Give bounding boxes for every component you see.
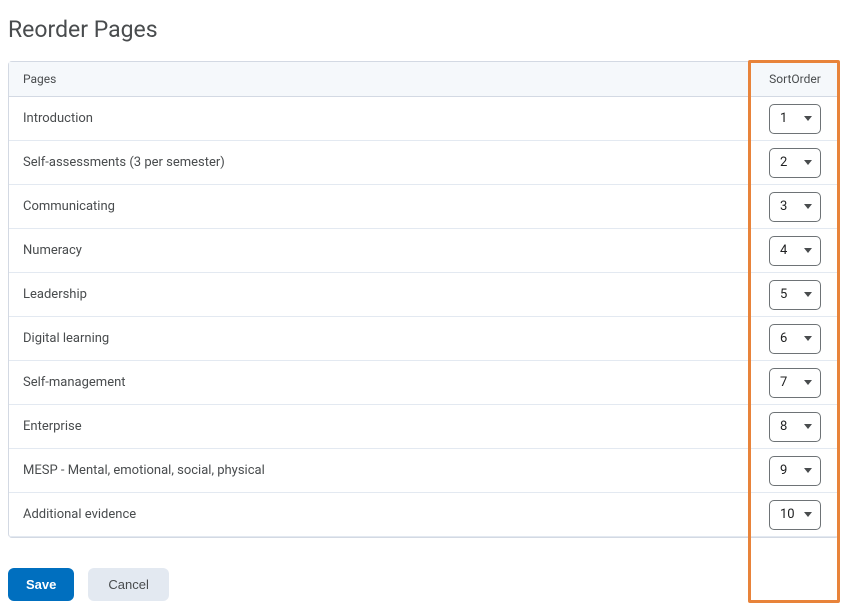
page-label: MESP - Mental, emotional, social, physic… [9, 449, 752, 492]
sort-order-value: 10 [780, 507, 795, 522]
sort-order-select[interactable]: 1 [769, 104, 821, 134]
action-button-row: Save Cancel [8, 568, 839, 601]
sortorder-column-header: SortOrder [752, 62, 838, 96]
table-row: Self-management 7 [9, 361, 838, 405]
sort-order-value: 5 [780, 287, 787, 302]
sort-order-select[interactable]: 10 [769, 500, 821, 530]
sort-order-value: 8 [780, 419, 787, 434]
page-label: Communicating [9, 185, 752, 228]
sort-order-select[interactable]: 6 [769, 324, 821, 354]
page-label: Self-assessments (3 per semester) [9, 141, 752, 184]
sort-order-value: 3 [780, 199, 787, 214]
table-row: Digital learning 6 [9, 317, 838, 361]
table-header-row: Pages SortOrder [9, 62, 838, 97]
sort-order-value: 9 [780, 463, 787, 478]
sort-order-select[interactable]: 2 [769, 148, 821, 178]
chevron-down-icon [804, 336, 812, 341]
sort-order-value: 6 [780, 331, 787, 346]
sort-order-value: 7 [780, 375, 787, 390]
page-title: Reorder Pages [8, 16, 839, 43]
page-label: Leadership [9, 273, 752, 316]
sort-order-select[interactable]: 8 [769, 412, 821, 442]
chevron-down-icon [804, 512, 812, 517]
table-row: Introduction 1 [9, 97, 838, 141]
sort-order-select[interactable]: 7 [769, 368, 821, 398]
sort-order-select[interactable]: 5 [769, 280, 821, 310]
table-row: MESP - Mental, emotional, social, physic… [9, 449, 838, 493]
table-row: Self-assessments (3 per semester) 2 [9, 141, 838, 185]
sort-order-select[interactable]: 4 [769, 236, 821, 266]
chevron-down-icon [804, 424, 812, 429]
sort-order-value: 1 [780, 111, 787, 126]
chevron-down-icon [804, 160, 812, 165]
chevron-down-icon [804, 116, 812, 121]
reorder-table: Pages SortOrder Introduction 1 Self-asse… [8, 61, 839, 538]
pages-column-header: Pages [9, 62, 752, 96]
page-label: Self-management [9, 361, 752, 404]
chevron-down-icon [804, 468, 812, 473]
page-label: Introduction [9, 97, 752, 140]
save-button[interactable]: Save [8, 568, 74, 601]
sort-order-select[interactable]: 9 [769, 456, 821, 486]
table-row: Communicating 3 [9, 185, 838, 229]
sort-order-value: 2 [780, 155, 787, 170]
table-row: Numeracy 4 [9, 229, 838, 273]
cancel-button[interactable]: Cancel [88, 568, 168, 601]
table-row: Additional evidence 10 [9, 493, 838, 537]
page-label: Numeracy [9, 229, 752, 272]
page-label: Additional evidence [9, 493, 752, 536]
page-label: Digital learning [9, 317, 752, 360]
chevron-down-icon [804, 204, 812, 209]
table-row: Enterprise 8 [9, 405, 838, 449]
page-label: Enterprise [9, 405, 752, 448]
chevron-down-icon [804, 248, 812, 253]
chevron-down-icon [804, 380, 812, 385]
table-row: Leadership 5 [9, 273, 838, 317]
sort-order-select[interactable]: 3 [769, 192, 821, 222]
chevron-down-icon [804, 292, 812, 297]
sort-order-value: 4 [780, 243, 787, 258]
